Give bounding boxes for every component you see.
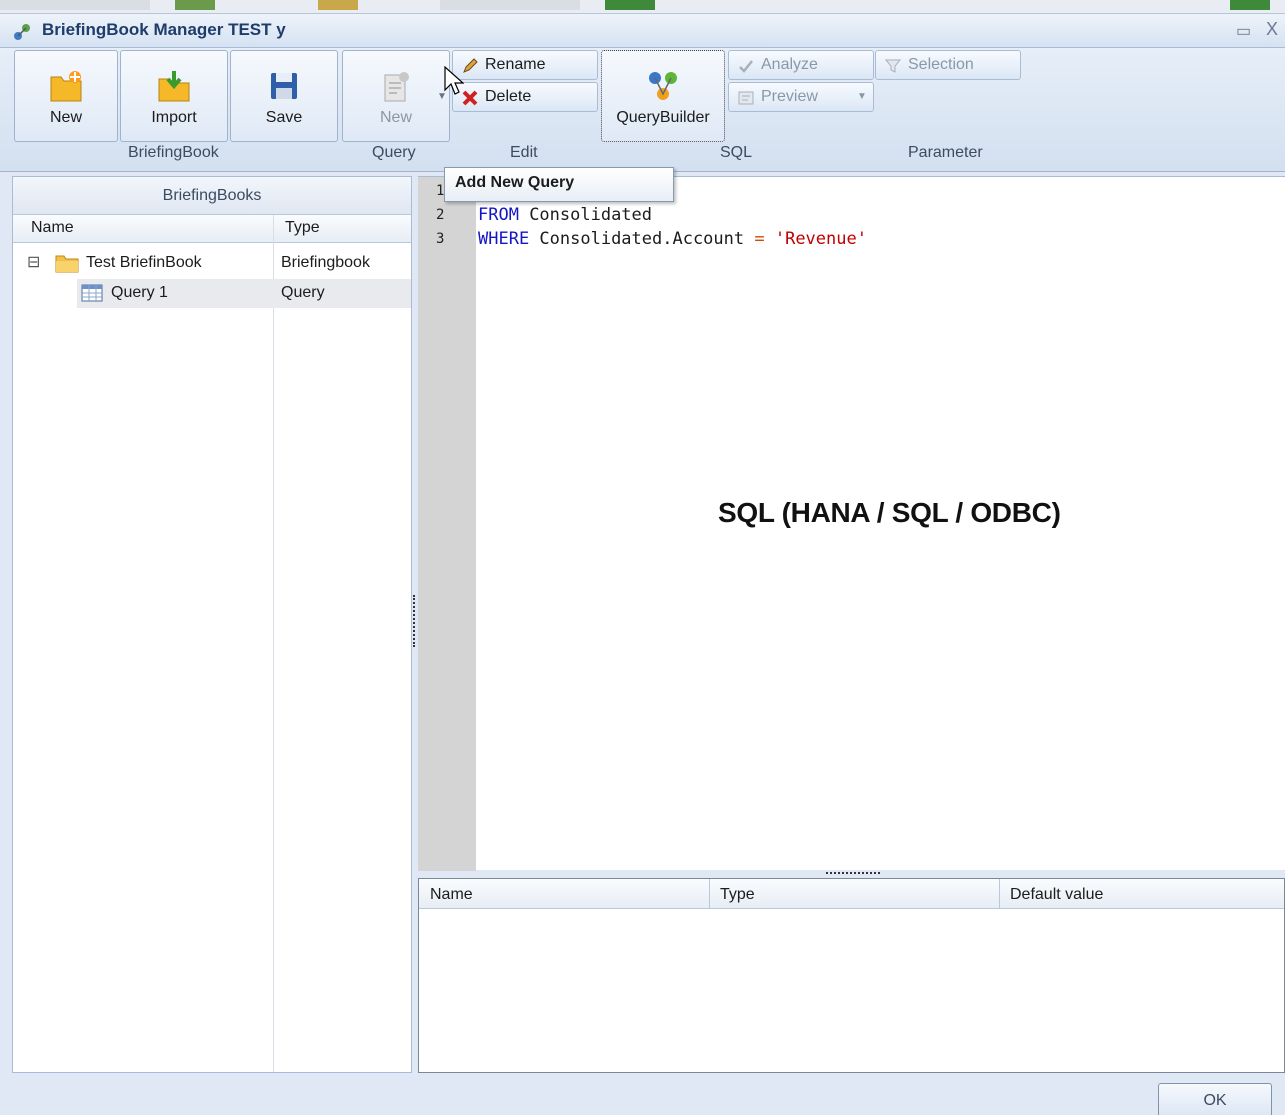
app-icon <box>14 24 30 40</box>
new-briefingbook-label: New <box>49 109 82 126</box>
sql-keyword: FROM <box>478 205 519 225</box>
line-number: 3 <box>436 231 445 247</box>
new-folder-icon <box>50 71 82 102</box>
briefingbooks-panel: BriefingBooks Name Type ⊟ Test BriefinBo… <box>12 176 412 1073</box>
tree-row-type: Briefingbook <box>281 254 370 271</box>
line-number-gutter: 1 2 3 <box>418 177 476 871</box>
delete-label: Delete <box>485 88 532 105</box>
sql-source-label: SQL (HANA / SQL / ODBC) <box>718 497 1061 528</box>
column-type-header[interactable]: Type <box>285 219 320 237</box>
tree-row-name: Query 1 <box>111 284 168 301</box>
parameters-table: Name Type Default value <box>418 878 1285 1073</box>
briefingbooks-header: BriefingBooks <box>13 177 411 215</box>
preview-button[interactable]: Preview ▼ <box>728 82 874 112</box>
sql-keyword: WHERE <box>478 229 530 249</box>
group-label-parameter: Parameter <box>908 144 983 161</box>
param-column-name[interactable]: Name <box>430 886 473 904</box>
param-column-default-value[interactable]: Default value <box>1010 886 1103 904</box>
restore-window-button[interactable]: ▭ <box>1236 21 1251 41</box>
selection-label: Selection <box>908 56 974 73</box>
sql-text: Consolidated <box>518 205 653 225</box>
window-title: BriefingBook Manager TEST y <box>42 20 286 39</box>
preview-label: Preview <box>761 88 818 105</box>
import-label: Import <box>151 109 197 126</box>
group-label-sql: SQL <box>720 144 753 161</box>
background-window-strip <box>0 0 1285 14</box>
tree-row-briefingbook[interactable]: ⊟ Test BriefinBook Briefingbook <box>13 249 411 278</box>
tree-row-name: Test BriefinBook <box>86 254 202 271</box>
ok-button[interactable]: OK <box>1158 1083 1272 1115</box>
tree-column-header: Name Type <box>13 215 411 243</box>
mouse-cursor-icon <box>444 66 464 95</box>
querybuilder-label: QueryBuilder <box>616 109 710 126</box>
rename-label: Rename <box>485 56 546 73</box>
title-bar: BriefingBook Manager TEST y ▭ X <box>0 14 1285 48</box>
code-line-3: WHERE Consolidated.Account = 'Revenue' <box>478 229 867 249</box>
param-column-type[interactable]: Type <box>720 886 755 904</box>
column-divider <box>273 215 274 1072</box>
selection-button[interactable]: Selection <box>875 50 1021 80</box>
floppy-disk-icon <box>271 73 297 99</box>
tooltip-text: Add New Query <box>455 174 575 191</box>
tree-row-query[interactable]: Query 1 Query <box>77 279 411 308</box>
rename-button[interactable]: Rename <box>452 50 598 80</box>
analyze-button[interactable]: Analyze <box>728 50 874 80</box>
save-label: Save <box>265 109 303 126</box>
new-query-label: New <box>379 109 412 126</box>
querybuilder-icon <box>649 72 677 100</box>
tooltip: Add New Query <box>444 167 674 202</box>
analyze-label: Analyze <box>761 56 818 73</box>
table-icon <box>81 284 103 302</box>
close-window-button[interactable]: X <box>1266 19 1278 40</box>
save-button[interactable]: Save <box>230 50 338 142</box>
sql-operator: = <box>754 229 765 249</box>
new-query-button[interactable]: New ▼ <box>342 50 450 142</box>
group-label-edit: Edit <box>510 144 538 161</box>
querybuilder-button[interactable]: QueryBuilder <box>601 50 725 142</box>
delete-button[interactable]: Delete <box>452 82 598 112</box>
new-document-icon <box>384 72 409 102</box>
folder-icon <box>55 255 79 273</box>
sql-string: 'Revenue' <box>764 229 867 249</box>
horizontal-splitter-grip-icon[interactable] <box>826 872 880 875</box>
sql-text: Consolidated.Account <box>529 229 755 249</box>
tree-row-type: Query <box>281 284 325 301</box>
funnel-icon <box>884 59 902 73</box>
dialog-footer <box>0 1075 1285 1115</box>
column-name-header[interactable]: Name <box>31 219 74 237</box>
import-button[interactable]: Import <box>120 50 228 142</box>
checkmark-icon <box>739 60 753 73</box>
splitter-grip-icon[interactable] <box>413 595 416 647</box>
collapse-icon[interactable]: ⊟ <box>27 252 40 272</box>
line-number: 2 <box>436 207 445 223</box>
code-line-2: FROM Consolidated <box>478 205 652 225</box>
import-folder-icon <box>158 71 190 102</box>
group-label-briefingbook: BriefingBook <box>128 144 219 161</box>
preview-dropdown-icon[interactable]: ▼ <box>857 91 867 102</box>
new-briefingbook-button[interactable]: New <box>14 50 118 142</box>
ribbon-toolbar: New Import Save BriefingBook New ▼ Query <box>0 48 1285 172</box>
parameters-table-header: Name Type Default value <box>419 879 1284 909</box>
group-label-query: Query <box>372 144 416 161</box>
preview-icon <box>738 91 754 105</box>
